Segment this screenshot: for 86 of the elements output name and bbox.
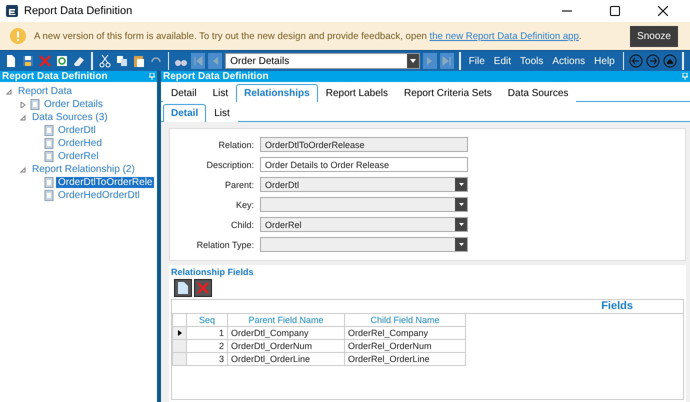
tree-item[interactable]: Data Sources (3)	[30, 112, 110, 123]
record-dropdown[interactable]: Order Details	[225, 53, 420, 69]
dropdown-field[interactable]	[260, 237, 468, 252]
previous-record-icon[interactable]	[208, 53, 222, 69]
snooze-button[interactable]: Snooze	[630, 26, 678, 46]
grid-caption: Fields	[601, 300, 633, 313]
input-field[interactable]: Order Details to Order Release	[260, 157, 468, 172]
refresh-icon[interactable]	[55, 53, 69, 69]
document-icon	[44, 151, 54, 162]
table-cell: 1	[187, 327, 228, 340]
banner-message: A new version of this form is available. To try out the new design and provide feedback, open the new Report Data Definition app.	[34, 30, 583, 42]
caret-icon	[458, 203, 464, 206]
section-title: Relationship Fields	[171, 267, 255, 277]
copy-icon[interactable]	[114, 53, 129, 69]
tree-item[interactable]: OrderDtlToOrderRele	[56, 177, 154, 188]
column-header[interactable]: Parent Field Name	[228, 314, 345, 327]
first-record-icon[interactable]	[191, 53, 206, 69]
menu-item[interactable]: Actions	[549, 56, 588, 66]
panel-title: Report Data Definition	[2, 71, 109, 82]
caret-icon	[458, 183, 464, 186]
dropdown-button[interactable]	[407, 54, 420, 68]
forward-icon[interactable]	[646, 53, 660, 69]
pin-icon[interactable]	[682, 73, 688, 80]
dropdown-field[interactable]	[260, 197, 468, 212]
expand-icon[interactable]	[20, 102, 26, 108]
field-label: Key:	[234, 200, 254, 210]
field-label: Child:	[230, 220, 254, 230]
table-cell: OrderDtl_OrderNum	[228, 340, 345, 353]
document-icon	[30, 99, 40, 110]
menu-item[interactable]: File	[466, 56, 488, 66]
table-cell: OrderRel_OrderNum	[345, 340, 466, 353]
tab[interactable]: Detail	[163, 104, 206, 122]
field-label: Description:	[205, 160, 254, 170]
document-icon	[44, 125, 54, 136]
tree-item[interactable]: OrderHedOrderDtl	[56, 190, 142, 201]
collapse-icon[interactable]	[20, 114, 26, 120]
input-field[interactable]: OrderDtlToOrderRelease	[260, 137, 468, 152]
home-icon[interactable]	[663, 53, 678, 69]
document-icon	[44, 177, 54, 188]
caret-icon	[458, 223, 464, 226]
close-icon[interactable]	[658, 6, 668, 16]
save-icon[interactable]	[21, 53, 35, 69]
tree-item[interactable]: Order Details	[42, 99, 105, 110]
new-row-button[interactable]	[174, 279, 192, 297]
tree-item[interactable]: Report Data	[16, 86, 74, 97]
dropdown-field[interactable]: OrderDtl	[260, 177, 468, 192]
maximize-icon[interactable]	[610, 6, 620, 16]
scissors-icon[interactable]	[98, 53, 112, 69]
app-logo-icon	[6, 5, 18, 17]
field-label: Relation:	[217, 140, 254, 150]
caret-icon	[458, 243, 464, 246]
window-title: Report Data Definition	[24, 5, 134, 17]
paste-icon[interactable]	[132, 53, 146, 69]
column-header[interactable]: Child Field Name	[345, 314, 466, 327]
tree-item[interactable]: OrderDtl	[56, 125, 98, 136]
delete-row-button[interactable]	[194, 279, 212, 297]
document-icon	[44, 138, 54, 149]
table-cell: OrderRel_OrderLine	[345, 353, 466, 366]
pin-icon[interactable]	[149, 73, 155, 80]
tree-item[interactable]: Report Relationship (2)	[30, 164, 137, 175]
panel-title: Report Data Definition	[163, 71, 270, 82]
tree-item[interactable]: OrderHed	[56, 138, 104, 149]
field-label: Relation Type:	[196, 240, 254, 250]
field-label: Parent:	[224, 180, 254, 190]
table-cell: OrderRel_Company	[345, 327, 466, 340]
menu-item[interactable]: Tools	[517, 56, 546, 66]
menu-item[interactable]: Edit	[490, 56, 514, 66]
collapse-icon[interactable]	[6, 88, 12, 94]
last-record-icon[interactable]	[440, 53, 454, 69]
collapse-icon[interactable]	[20, 166, 26, 172]
table-cell: OrderDtl_Company	[228, 327, 345, 340]
warning-icon	[10, 28, 26, 44]
dropdown-field[interactable]: OrderRel	[260, 217, 468, 232]
tree-item[interactable]: OrderRel	[56, 151, 101, 162]
document-icon	[44, 190, 54, 201]
row-indicator[interactable]	[172, 327, 187, 340]
table-cell: 2	[187, 340, 228, 353]
table-cell: OrderDtl_OrderLine	[228, 353, 345, 366]
caret-icon	[410, 59, 416, 63]
tab[interactable]: Relationships	[236, 84, 318, 102]
menu-item[interactable]: Help	[591, 56, 618, 66]
column-header[interactable]: Seq	[187, 314, 228, 327]
back-icon[interactable]	[629, 53, 644, 69]
table-cell: 3	[187, 353, 228, 366]
new-icon[interactable]	[4, 53, 18, 69]
new-app-link[interactable]: the new Report Data Definition app	[430, 30, 579, 42]
